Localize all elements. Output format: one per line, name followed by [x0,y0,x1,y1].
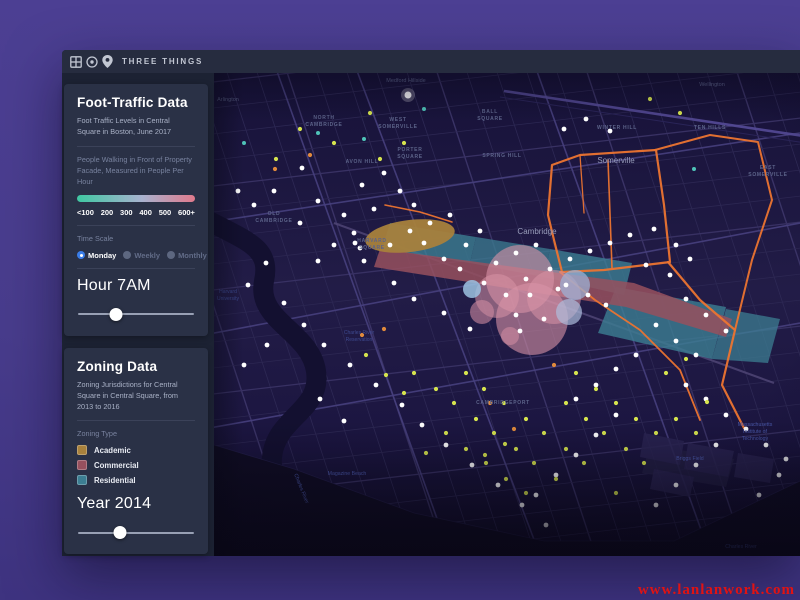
svg-text:Massachusetts: Massachusetts [738,422,773,428]
scale-label: <100 [77,208,94,217]
svg-text:Technology: Technology [742,436,769,442]
svg-text:WEST: WEST [389,117,406,123]
svg-text:SQUARE: SQUARE [359,245,385,251]
hour-slider[interactable] [78,308,194,321]
panel-subtitle: Zoning Jurisdictions for Central Square … [77,380,195,413]
divider [77,225,195,226]
svg-text:Cambridge: Cambridge [517,227,557,236]
svg-text:Charles River: Charles River [344,330,375,336]
traffic-gradient-bar [77,195,195,202]
svg-text:Wellington: Wellington [699,82,725,88]
year-slider-thumb[interactable] [113,526,126,539]
time-option-monthly[interactable]: Monthly [167,251,207,260]
hour-value: Hour 7AM [77,277,195,295]
svg-text:SOMERVILLE: SOMERVILLE [378,124,417,130]
zoning-legend-commercial: Commercial [77,460,195,470]
radio-icon[interactable] [167,251,175,259]
divider [77,420,195,421]
year-slider[interactable] [78,526,194,539]
app-window: THREE THINGS Foot-Traffic Data Foot Traf… [62,50,800,556]
time-option-label: Monday [88,251,116,260]
zoning-legend: Academic Commercial Residential [77,445,195,485]
year-slider-track[interactable] [78,532,194,534]
svg-text:CAMBRIDGE: CAMBRIDGE [305,122,342,128]
foot-traffic-panel: Foot-Traffic Data Foot Traffic Levels in… [64,84,208,336]
svg-text:CAMBRIDGEPORT: CAMBRIDGEPORT [476,400,530,406]
svg-text:PORTER: PORTER [397,147,422,153]
svg-text:WINTER HILL: WINTER HILL [597,125,637,131]
scale-label: 300 [120,208,133,217]
panel-subtitle: Foot Traffic Levels in Central Square in… [77,116,195,138]
svg-text:Magazine Beach: Magazine Beach [328,471,367,477]
radio-icon[interactable] [123,251,131,259]
zoning-label: Commercial [94,461,139,470]
zoning-panel: Zoning Data Zoning Jurisdictions for Cen… [64,348,208,555]
zoning-type-label: Zoning Type [77,429,195,440]
svg-text:SPRING HILL: SPRING HILL [482,153,521,159]
svg-text:EAST: EAST [760,165,776,171]
hour-slider-track[interactable] [78,313,194,315]
target-icon [86,56,98,68]
watermark-text: www.lanlanwork.com [638,582,795,599]
svg-text:NORTH: NORTH [313,115,334,121]
svg-text:Arlington: Arlington [217,97,239,103]
svg-text:Medford Hillside: Medford Hillside [386,78,425,84]
svg-text:Briggs Field: Briggs Field [676,456,704,462]
svg-text:CAMBRIDGE: CAMBRIDGE [255,218,292,224]
svg-text:BALL: BALL [482,109,498,115]
divider [77,268,195,269]
radio-icon[interactable] [77,251,85,259]
panel-title: Foot-Traffic Data [77,95,195,110]
svg-text:TEN HILLS: TEN HILLS [694,125,726,131]
zoning-legend-academic: Academic [77,445,195,455]
svg-text:Charles River: Charles River [725,544,757,550]
pin-icon [102,55,113,68]
time-scale-label: Time Scale [77,234,195,245]
zoning-swatch [77,445,87,455]
scale-label: 200 [101,208,114,217]
app-title: THREE THINGS [122,57,203,66]
hour-slider-thumb[interactable] [110,308,123,321]
sidebar: Foot-Traffic Data Foot Traffic Levels in… [62,73,214,556]
grid-icon [70,56,82,68]
svg-text:HARVARD: HARVARD [357,238,386,244]
zoning-legend-residential: Residential [77,475,195,485]
map-view[interactable]: Arlington Medford Hillside Wellington NORTH… [214,73,800,556]
app-header: THREE THINGS [62,50,800,73]
scale-label: 400 [139,208,152,217]
zoning-swatch [77,475,87,485]
svg-text:Reservation: Reservation [346,337,373,343]
svg-text:University: University [217,296,239,302]
svg-text:Harvard: Harvard [219,289,237,295]
zoning-label: Academic [94,446,131,455]
panel-title: Zoning Data [77,359,195,374]
app-body: Foot-Traffic Data Foot Traffic Levels in… [62,73,800,556]
zoning-label: Residential [94,476,136,485]
time-scale-options: MondayWeeklyMonthly [77,251,195,260]
traffic-scale-labels: <100 200 300 400 500 600+ [77,208,195,217]
time-option-monday[interactable]: Monday [77,251,116,260]
svg-text:OLD: OLD [268,211,281,217]
scale-label: 600+ [178,208,195,217]
map-canvas[interactable]: Arlington Medford Hillside Wellington NORTH… [214,73,800,556]
time-option-label: Monthly [178,251,207,260]
svg-text:SQUARE: SQUARE [397,154,423,160]
scale-label: 500 [159,208,172,217]
divider [77,146,195,147]
svg-text:AVON HILL: AVON HILL [346,159,379,165]
svg-text:Somerville: Somerville [597,156,635,165]
svg-text:SOMERVILLE: SOMERVILLE [748,172,787,178]
time-option-weekly[interactable]: Weekly [123,251,160,260]
time-option-label: Weekly [134,251,160,260]
svg-text:Institute of: Institute of [743,429,767,435]
desktop-background: THREE THINGS Foot-Traffic Data Foot Traf… [0,0,800,600]
legend-caption: People Walking in Front of Property Faca… [77,155,195,188]
zoning-swatch [77,460,87,470]
svg-text:SQUARE: SQUARE [477,116,503,122]
year-value: Year 2014 [77,495,195,513]
